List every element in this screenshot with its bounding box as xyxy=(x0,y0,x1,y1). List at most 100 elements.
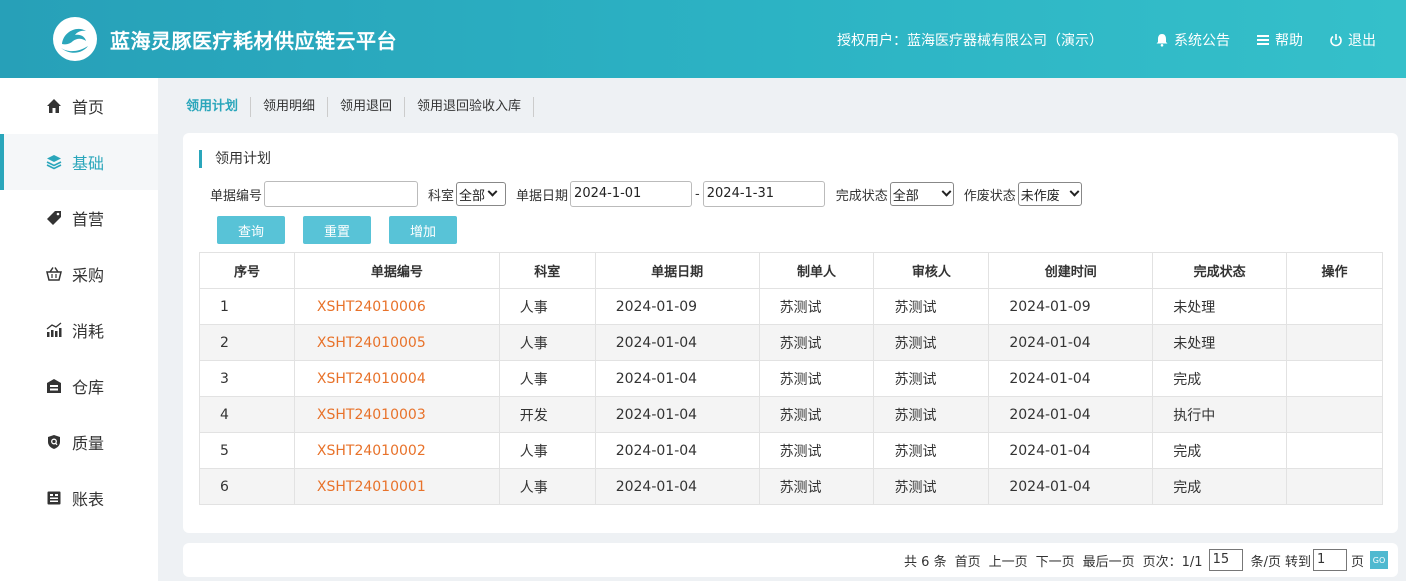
cell-dept: 人事 xyxy=(498,468,596,505)
cell-creator: 苏测试 xyxy=(758,360,875,397)
sidebar-item-label: 质量 xyxy=(72,434,105,453)
cell-created: 2024-01-04 xyxy=(988,360,1154,397)
cell-dept: 人事 xyxy=(498,360,596,397)
status-select-value: 全部 xyxy=(892,188,919,204)
table-row: 5 XSHT24010002 人事 2024-01-04 苏测试 苏测试 202… xyxy=(199,432,1383,469)
cell-status: 未处理 xyxy=(1152,324,1288,361)
first-page-link[interactable]: 首页 xyxy=(955,551,981,570)
status-label: 完成状态 xyxy=(835,188,888,204)
date-separator: - xyxy=(695,186,700,202)
logout-link[interactable]: 退出 xyxy=(1329,30,1376,50)
doc-no-link[interactable]: XSHT24010004 xyxy=(293,360,500,397)
tab-requisition-plan[interactable]: 领用计划 xyxy=(186,97,252,117)
add-button[interactable]: 增加 xyxy=(389,216,457,244)
doc-no-input[interactable] xyxy=(264,181,419,207)
cell-reviewer: 苏测试 xyxy=(873,432,990,469)
sidebar-item-basic[interactable]: 基础 xyxy=(0,134,158,190)
cell-index: 3 xyxy=(199,360,295,397)
col-header: 审核人 xyxy=(873,252,990,289)
goto-label: 转到 xyxy=(1284,554,1311,570)
tag-icon xyxy=(47,211,61,225)
pagination-bar: 共 6 条 首页 上一页 下一页 最后一页 页次：1/1 15 条/页 转到 1… xyxy=(183,543,1398,577)
warehouse-icon xyxy=(47,379,61,393)
chevron-down-icon xyxy=(941,186,952,197)
bell-icon xyxy=(1156,34,1168,47)
doc-no-link[interactable]: XSHT24010006 xyxy=(293,288,500,325)
cell-date: 2024-01-04 xyxy=(594,360,760,397)
void-select-value: 未作废 xyxy=(1020,188,1060,204)
cell-actions xyxy=(1286,468,1383,505)
sidebar-item-quality[interactable]: 质量 xyxy=(0,414,158,470)
cell-reviewer: 苏测试 xyxy=(873,396,990,433)
cell-status: 执行中 xyxy=(1152,396,1288,433)
table-row: 4 XSHT24010003 开发 2024-01-04 苏测试 苏测试 202… xyxy=(199,396,1383,433)
cell-created: 2024-01-04 xyxy=(988,396,1154,433)
sidebar-item-label: 首营 xyxy=(72,210,105,229)
last-page-link[interactable]: 最后一页 xyxy=(1083,551,1135,570)
chevron-down-icon xyxy=(487,186,498,197)
sidebar-item-warehouse[interactable]: 仓库 xyxy=(0,358,158,414)
cell-date: 2024-01-04 xyxy=(594,468,760,505)
reset-button[interactable]: 重置 xyxy=(303,216,371,244)
cell-reviewer: 苏测试 xyxy=(873,288,990,325)
cell-actions xyxy=(1286,288,1383,325)
doc-no-link[interactable]: XSHT24010005 xyxy=(293,324,500,361)
cell-index: 2 xyxy=(199,324,295,361)
cell-reviewer: 苏测试 xyxy=(873,324,990,361)
goto-page-input[interactable]: 1 xyxy=(1312,549,1347,571)
cell-creator: 苏测试 xyxy=(758,468,875,505)
doc-no-link[interactable]: XSHT24010002 xyxy=(293,432,500,469)
notice-link[interactable]: 系统公告 xyxy=(1155,30,1230,50)
tab-requisition-detail[interactable]: 领用明细 xyxy=(251,97,329,117)
filter-bar: 单据编号 科室 全部 单据日期 2024-1-01 - 2024-1-31 完成… xyxy=(210,181,1082,207)
cell-status: 完成 xyxy=(1152,360,1288,397)
cell-reviewer: 苏测试 xyxy=(873,468,990,505)
doc-no-link[interactable]: XSHT24010001 xyxy=(293,468,500,505)
sidebar-item-first-camp[interactable]: 首营 xyxy=(0,190,158,246)
prev-page-link[interactable]: 上一页 xyxy=(989,551,1028,570)
chart-icon xyxy=(46,322,62,337)
basket-icon xyxy=(46,267,62,281)
status-select[interactable]: 全部 xyxy=(889,182,954,206)
requisition-table: 序号 单据编号 科室 单据日期 制单人 审核人 创建时间 完成状态 操作 1 X… xyxy=(199,252,1383,505)
notice-label: 系统公告 xyxy=(1174,33,1230,49)
sidebar-item-label: 消耗 xyxy=(72,322,105,341)
page-size-input[interactable]: 15 xyxy=(1208,549,1243,571)
cell-creator: 苏测试 xyxy=(758,432,875,469)
tab-return-acceptance[interactable]: 领用退回验收入库 xyxy=(405,97,535,117)
go-button[interactable]: GO xyxy=(1370,551,1388,569)
sidebar-item-ledger[interactable]: 账表 xyxy=(0,470,158,526)
doc-no-link[interactable]: XSHT24010003 xyxy=(293,396,500,433)
cell-dept: 人事 xyxy=(498,432,596,469)
cell-date: 2024-01-04 xyxy=(594,324,760,361)
next-page-link[interactable]: 下一页 xyxy=(1036,551,1075,570)
col-header: 科室 xyxy=(498,252,596,289)
page-unit-label: 页 xyxy=(1350,554,1364,570)
cell-actions xyxy=(1286,396,1383,433)
cell-dept: 人事 xyxy=(498,324,596,361)
sidebar-item-label: 基础 xyxy=(72,154,105,173)
cell-created: 2024-01-04 xyxy=(988,468,1154,505)
col-header: 制单人 xyxy=(758,252,875,289)
table-row: 2 XSHT24010005 人事 2024-01-04 苏测试 苏测试 202… xyxy=(199,324,1383,361)
home-icon xyxy=(47,99,61,113)
sidebar-item-home[interactable]: 首页 xyxy=(0,78,158,134)
sidebar-item-consumption[interactable]: 消耗 xyxy=(0,302,158,358)
cell-creator: 苏测试 xyxy=(758,288,875,325)
dept-label: 科室 xyxy=(428,188,455,204)
sidebar-item-purchase[interactable]: 采购 xyxy=(0,246,158,302)
void-select[interactable]: 未作废 xyxy=(1017,182,1082,206)
dolphin-logo-icon xyxy=(53,17,97,61)
sidebar-item-label: 首页 xyxy=(72,98,105,117)
query-button[interactable]: 查询 xyxy=(217,216,285,244)
date-to-input[interactable]: 2024-1-31 xyxy=(702,181,825,207)
top-header: 蓝海灵豚医疗耗材供应链云平台 授权用户：蓝海医疗器械有限公司（演示） 系统公告 … xyxy=(0,0,1406,78)
help-link[interactable]: 帮助 xyxy=(1256,30,1303,50)
dept-select[interactable]: 全部 xyxy=(456,182,507,206)
cell-index: 6 xyxy=(199,468,295,505)
page-info: 页次：1/1 xyxy=(1142,554,1203,570)
date-from-input[interactable]: 2024-1-01 xyxy=(570,181,693,207)
tab-requisition-return[interactable]: 领用退回 xyxy=(328,97,406,117)
cell-status: 未处理 xyxy=(1152,288,1288,325)
void-label: 作废状态 xyxy=(963,188,1016,204)
